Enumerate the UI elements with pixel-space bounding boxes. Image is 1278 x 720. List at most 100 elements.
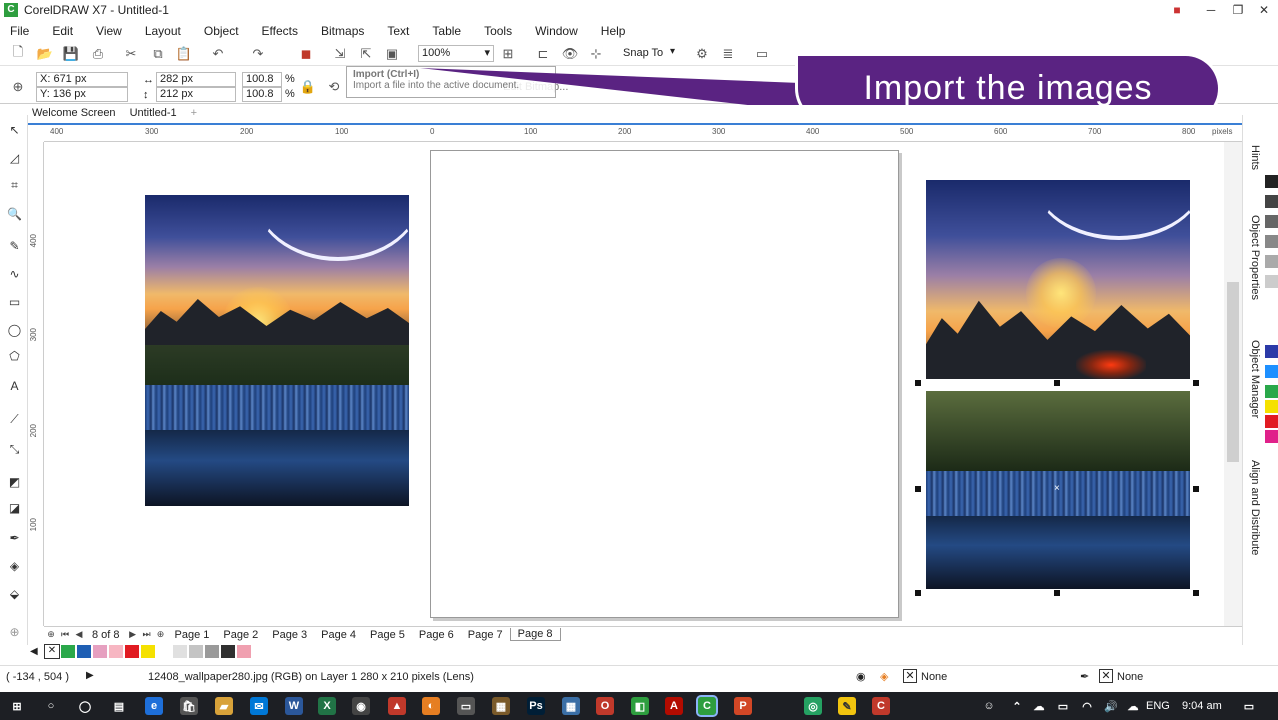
fill-settings-icon[interactable]: ◉ (856, 670, 866, 683)
artistic-media-icon[interactable]: ∿ (6, 265, 23, 282)
vertical-scroll-thumb[interactable] (1227, 282, 1239, 462)
center-marker-icon[interactable]: × (1054, 483, 1060, 494)
menu-effects[interactable]: Effects (262, 24, 298, 38)
page-tab-6[interactable]: Page 6 (412, 629, 461, 641)
whatsapp-icon[interactable]: ◎ (804, 697, 822, 715)
paste-icon[interactable]: 📋 (176, 46, 192, 62)
menu-file[interactable]: File (10, 24, 29, 38)
acrobat-icon[interactable]: A (665, 697, 683, 715)
pick-tool-icon[interactable]: ↖ (6, 121, 23, 138)
app-icon[interactable]: ◧ (631, 697, 649, 715)
menu-text[interactable]: Text (387, 24, 409, 38)
zoom-level-select[interactable]: 100% ▾ (418, 45, 494, 62)
excel-icon[interactable]: X (318, 697, 336, 715)
user-icon[interactable]: ■ (1164, 0, 1190, 20)
view-icon[interactable]: 👁 (562, 46, 579, 62)
close-button[interactable]: ✕ (1251, 0, 1277, 20)
file-explorer-icon[interactable]: ▰ (215, 697, 233, 715)
selection-handle[interactable] (1193, 590, 1199, 596)
no-color-swatch[interactable]: ✕ (44, 644, 60, 659)
menu-edit[interactable]: Edit (52, 24, 73, 38)
powerpoint-icon[interactable]: P (734, 697, 752, 715)
edge-icon[interactable]: e (145, 697, 163, 715)
palette-swatch[interactable] (1265, 235, 1278, 248)
application-launcher-icon[interactable]: ≣ (720, 46, 736, 62)
smart-fill-icon[interactable]: ⬙ (6, 585, 23, 602)
palette-swatch[interactable] (1265, 415, 1278, 428)
image-sunset-moon[interactable] (926, 180, 1190, 379)
eyedropper-tool-icon[interactable]: ✒ (6, 529, 23, 546)
menu-layout[interactable]: Layout (145, 24, 181, 38)
palette-swatch[interactable] (124, 644, 140, 659)
palette-swatch[interactable] (236, 644, 252, 659)
freehand-tool-icon[interactable]: ✎ (6, 237, 23, 254)
save-icon[interactable]: 💾 (63, 46, 79, 62)
palette-arrow-icon[interactable]: ◀ (30, 646, 38, 657)
cut-icon[interactable]: ✂ (123, 46, 139, 62)
connector-tool-icon[interactable]: ⤡ (6, 441, 23, 458)
network-icon[interactable]: ☁ (1030, 697, 1048, 715)
text-tool-icon[interactable]: A (6, 377, 23, 394)
selection-handle[interactable] (915, 486, 921, 492)
import-icon[interactable]: ⇲ (332, 46, 348, 62)
tray-chevron-icon[interactable]: ⌃ (1008, 697, 1026, 715)
page-tab-2[interactable]: Page 2 (216, 629, 265, 641)
palette-swatch[interactable] (1265, 385, 1278, 398)
palette-swatch[interactable] (1265, 195, 1278, 208)
palette-swatch[interactable] (156, 644, 172, 659)
onedrive-icon[interactable]: ☁ (1124, 697, 1142, 715)
options-icon[interactable]: ⚙ (694, 46, 710, 62)
prev-page-icon[interactable]: ◀ (72, 629, 86, 640)
palette-swatch[interactable] (1265, 175, 1278, 188)
cortana-icon[interactable]: ◯ (76, 697, 94, 715)
last-page-icon[interactable]: ⏭ (140, 629, 154, 640)
terminal-icon[interactable]: ▭ (457, 697, 475, 715)
chrome-icon[interactable]: ◉ (352, 697, 370, 715)
docker-tab-hints[interactable]: Hints (1249, 145, 1261, 170)
new-tab-icon[interactable]: + (187, 105, 201, 123)
menu-tools[interactable]: Tools (484, 24, 512, 38)
rectangle-tool-icon[interactable]: ▭ (6, 293, 23, 310)
menu-window[interactable]: Window (535, 24, 578, 38)
copy-icon[interactable]: ⧉ (150, 46, 166, 62)
vertical-scrollbar[interactable] (1224, 142, 1242, 626)
palette-swatch[interactable] (1265, 215, 1278, 228)
docker-tab-object-properties[interactable]: Object Properties (1249, 215, 1261, 300)
scale-x-field[interactable]: 100.8 (242, 72, 282, 87)
height-field[interactable]: 212 px (156, 87, 236, 102)
y-position-field[interactable]: Y: 136 px (36, 87, 128, 102)
selection-handle[interactable] (915, 590, 921, 596)
app-icon[interactable]: ▲ (388, 697, 406, 715)
menu-view[interactable]: View (96, 24, 122, 38)
app-icon[interactable]: ▦ (492, 697, 510, 715)
page-tab-1[interactable]: Page 1 (168, 629, 217, 641)
palette-swatch[interactable] (1265, 275, 1278, 288)
menu-object[interactable]: Object (204, 24, 239, 38)
image-waterfall[interactable]: × (926, 391, 1190, 589)
add-page-before-icon[interactable]: ⊕ (44, 629, 58, 640)
print-icon[interactable]: ⎙ (90, 46, 106, 62)
page-tab-5[interactable]: Page 5 (363, 629, 412, 641)
full-screen-icon[interactable]: ⊞ (500, 46, 516, 62)
selection-handle[interactable] (1193, 380, 1199, 386)
shape-tool-icon[interactable]: ◿ (6, 149, 23, 166)
palette-swatch[interactable] (140, 644, 156, 659)
polygon-tool-icon[interactable]: ⬠ (6, 347, 23, 364)
word-icon[interactable]: W (285, 697, 303, 715)
palette-swatch[interactable] (188, 644, 204, 659)
x-position-field[interactable]: X: 671 px (36, 72, 128, 87)
palette-swatch[interactable] (1265, 255, 1278, 268)
add-page-after-icon[interactable]: ⊕ (154, 629, 168, 640)
selection-handle[interactable] (1193, 486, 1199, 492)
first-page-icon[interactable]: ⏮ (58, 629, 72, 640)
ellipse-tool-icon[interactable]: ◯ (6, 321, 23, 338)
battery-icon[interactable]: ▭ (1054, 697, 1072, 715)
page-tab-3[interactable]: Page 3 (265, 629, 314, 641)
app-icon[interactable]: ✎ (838, 697, 856, 715)
opera-icon[interactable]: O (596, 697, 614, 715)
app-icon[interactable]: C (872, 697, 890, 715)
task-view-icon[interactable]: ▤ (110, 697, 128, 715)
page-tab-7[interactable]: Page 7 (461, 629, 510, 641)
language-indicator[interactable]: ENG (1146, 700, 1170, 712)
palette-swatch[interactable] (1265, 345, 1278, 358)
